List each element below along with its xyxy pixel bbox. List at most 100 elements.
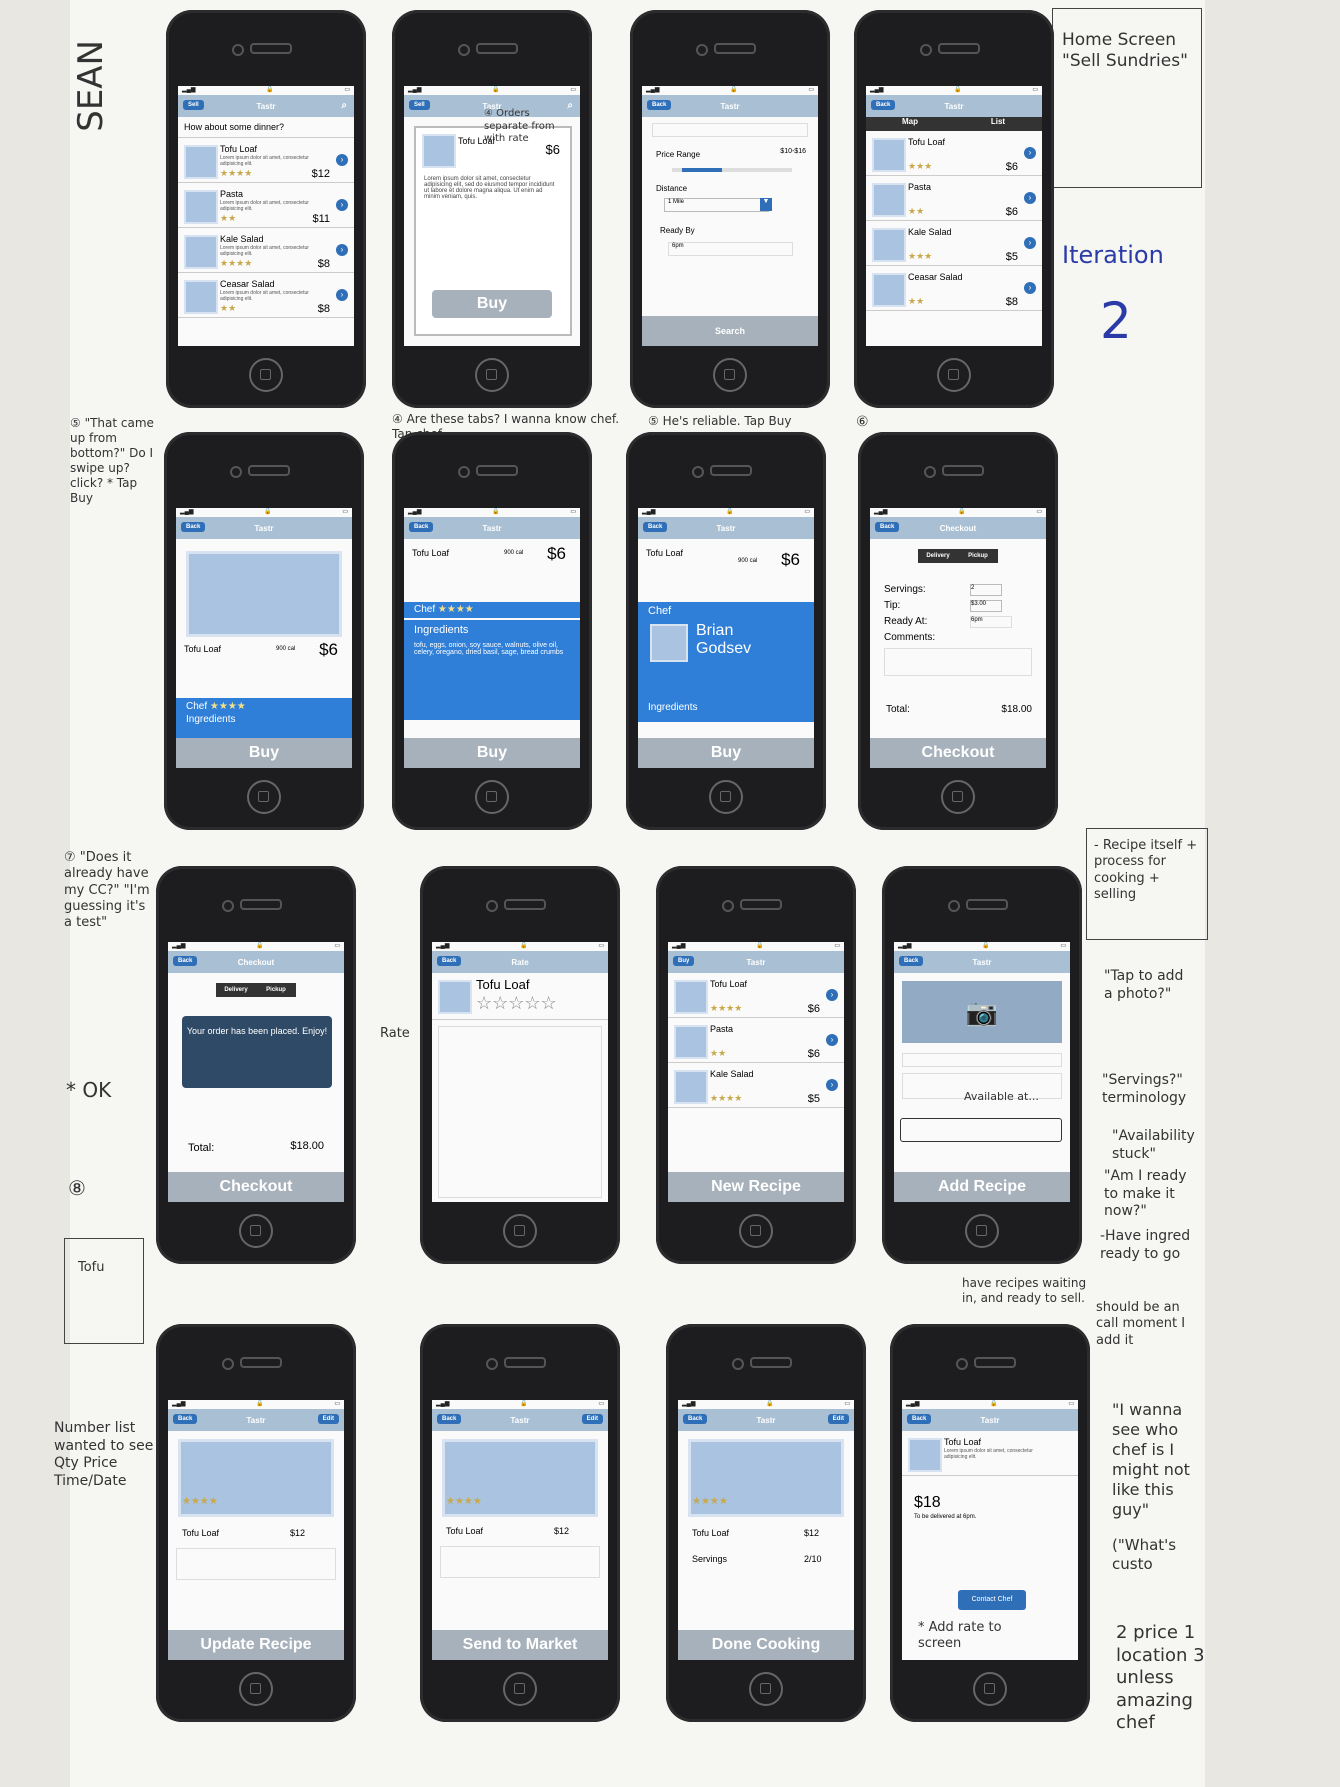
ingredients-label[interactable]: Ingredients [648,702,697,713]
back-button[interactable]: Back [871,100,896,110]
edit-button[interactable]: Edit [827,1414,849,1424]
tab-pickup[interactable]: Pickup [958,549,998,563]
chevron-right-icon[interactable]: › [336,199,348,211]
chevron-right-icon[interactable]: › [1024,147,1036,159]
list-item[interactable]: Ceasar Salad ★★ $8 › [866,266,1042,311]
tab-pickup[interactable]: Pickup [256,983,296,997]
home-button[interactable] [239,1214,273,1248]
buy-mode-button[interactable]: Buy [673,956,695,966]
back-button[interactable]: Back [907,1414,932,1424]
checkout-button[interactable]: Checkout [168,1172,344,1202]
tab-delivery[interactable]: Delivery [216,983,256,997]
home-button[interactable] [739,1214,773,1248]
list-item[interactable]: Pasta ★★ $6 › [668,1018,844,1063]
search-icon[interactable]: ⌕ [341,100,347,111]
home-button[interactable] [249,358,283,392]
back-button[interactable]: Back [643,522,668,532]
back-button[interactable]: Back [683,1414,708,1424]
ingredients-label[interactable]: Ingredients [186,714,342,725]
distance-select[interactable]: 1 Mile [664,198,769,212]
home-button[interactable] [973,1672,1007,1706]
home-button[interactable] [941,780,975,814]
tip-select[interactable]: $3.00 [970,600,1002,612]
home-button[interactable] [239,1672,273,1706]
order-placed-alert[interactable]: Your order has been placed. Enjoy! [182,1016,332,1088]
tab-map[interactable]: Map [866,117,954,131]
description-field[interactable] [440,1546,600,1578]
list-item[interactable]: Pasta ★★ $6 › [866,176,1042,221]
add-recipe-button[interactable]: Add Recipe [894,1172,1070,1202]
done-cooking-button[interactable]: Done Cooking [678,1630,854,1660]
list-item[interactable]: Kale Salad Lorem ipsum dolor sit amet, co… [178,228,354,273]
name-field[interactable] [902,1053,1062,1067]
list-item[interactable]: Kale Salad ★★★★ $5 › [668,1063,844,1108]
search-field[interactable] [652,123,808,137]
checkout-button[interactable]: Checkout [870,738,1046,768]
buy-button[interactable]: Buy [638,738,814,768]
back-button[interactable]: Back [437,956,462,966]
chevron-right-icon[interactable]: › [336,244,348,256]
back-button[interactable]: Back [409,522,434,532]
home-button[interactable] [503,1214,537,1248]
home-button[interactable] [709,780,743,814]
tab-delivery[interactable]: Delivery [918,549,958,563]
chevron-down-icon[interactable]: ▼ [760,198,772,211]
chevron-right-icon[interactable]: › [826,989,838,1001]
back-button[interactable]: Back [173,956,198,966]
chevron-right-icon[interactable]: › [336,289,348,301]
update-recipe-button[interactable]: Update Recipe [168,1630,344,1660]
chevron-right-icon[interactable]: › [1024,282,1036,294]
sell-button[interactable]: Sell [409,100,430,110]
screen-home: ▂▄▆ 🔒 ▭ Sell Tastr ⌕ How about some dinner? … [178,86,354,346]
back-button[interactable]: Back [875,522,900,532]
ready-at-input[interactable]: 6pm [970,616,1012,628]
home-button[interactable] [713,358,747,392]
send-to-market-button[interactable]: Send to Market [432,1630,608,1660]
price-slider[interactable] [672,168,792,172]
chevron-right-icon[interactable]: › [826,1079,838,1091]
chevron-right-icon[interactable]: › [336,154,348,166]
chevron-right-icon[interactable]: › [826,1034,838,1046]
tab-list[interactable]: List [954,117,1042,131]
buy-button[interactable]: Buy [432,290,552,318]
chevron-right-icon[interactable]: › [1024,192,1036,204]
list-item[interactable]: Kale Salad ★★★ $5 › [866,221,1042,266]
review-field[interactable] [438,1026,602,1198]
servings-select[interactable]: 2 [970,584,1002,596]
ready-by-input[interactable]: 6pm [668,242,793,256]
search-button[interactable]: Search [642,316,818,346]
rating-stars-input[interactable]: ☆☆☆☆☆ [476,993,557,1014]
home-button[interactable] [749,1672,783,1706]
home-button[interactable] [503,1672,537,1706]
sell-button[interactable]: Sell [183,100,204,110]
back-button[interactable]: Back [173,1414,198,1424]
chef-panel[interactable]: Chef ★★★★ Ingredients [176,698,352,738]
contact-chef-button[interactable]: Contact Chef [958,1590,1026,1610]
home-button[interactable] [475,780,509,814]
back-button[interactable]: Back [899,956,924,966]
home-button[interactable] [965,1214,999,1248]
back-button[interactable]: Back [181,522,206,532]
comments-field[interactable] [884,648,1032,676]
availability-field[interactable] [900,1118,1062,1142]
nav-bar: Back Tastr [866,95,1042,117]
chevron-right-icon[interactable]: › [1024,237,1036,249]
list-item[interactable]: Ceasar Salad Lorem ipsum dolor sit amet, … [178,273,354,318]
back-button[interactable]: Back [437,1414,462,1424]
buy-button[interactable]: Buy [176,738,352,768]
list-item[interactable]: Tofu Loaf Lorem ipsum dolor sit amet, con… [178,138,354,183]
list-item[interactable]: Tofu Loaf ★★★★ $6 › [668,973,844,1018]
home-button[interactable] [937,358,971,392]
list-item[interactable]: Pasta Lorem ipsum dolor sit amet, consect… [178,183,354,228]
new-recipe-button[interactable]: New Recipe [668,1172,844,1202]
add-photo-area[interactable]: 📷 [902,981,1062,1043]
back-button[interactable]: Back [647,100,672,110]
home-button[interactable] [475,358,509,392]
buy-button[interactable]: Buy [404,738,580,768]
description-field[interactable] [176,1548,336,1580]
home-button[interactable] [247,780,281,814]
edit-button[interactable]: Edit [317,1414,339,1424]
chef-tab[interactable]: Chef ★★★★ [404,602,580,618]
edit-button[interactable]: Edit [581,1414,603,1424]
list-item[interactable]: Tofu Loaf ★★★ $6 › [866,131,1042,176]
